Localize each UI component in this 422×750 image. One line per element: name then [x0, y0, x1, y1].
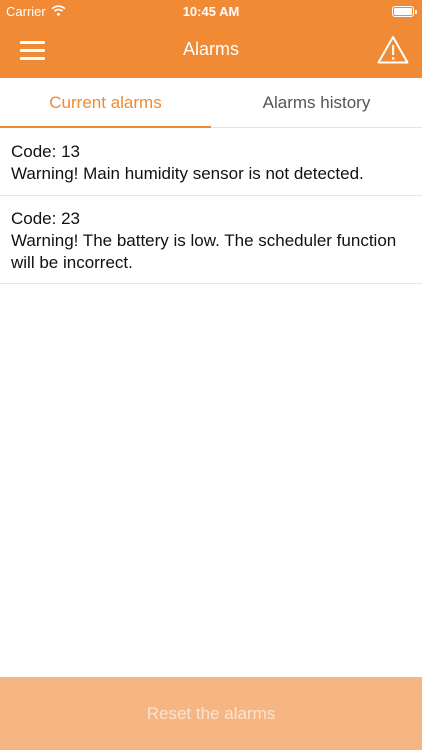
tab-current-alarms[interactable]: Current alarms — [0, 78, 211, 128]
tab-alarms-history[interactable]: Alarms history — [211, 78, 422, 128]
alarm-item[interactable]: Code: 13 Warning! Main humidity sensor i… — [0, 129, 422, 196]
alarm-list: Code: 13 Warning! Main humidity sensor i… — [0, 129, 422, 284]
alarm-code: Code: 23 — [11, 209, 80, 228]
warning-triangle-icon[interactable] — [376, 34, 410, 66]
alarm-message: Warning! Main humidity sensor is not det… — [11, 164, 364, 183]
nav-bar: Alarms — [0, 24, 422, 78]
alarm-item[interactable]: Code: 23 Warning! The battery is low. Th… — [0, 196, 422, 284]
active-tab-indicator — [0, 126, 211, 128]
alarm-message: Warning! The battery is low. The schedul… — [11, 231, 397, 272]
status-time: 10:45 AM — [182, 4, 240, 19]
header: Carrier 10:45 AM Alarms — [0, 0, 422, 78]
page-title: Alarms — [182, 39, 239, 59]
reset-alarms-button[interactable]: Reset the alarms — [0, 677, 422, 750]
alarms-screen: Carrier 10:45 AM Alarms Current alarms A… — [0, 0, 422, 750]
battery-icon — [392, 6, 417, 17]
tab-bar: Current alarms Alarms history — [0, 78, 422, 128]
alarm-code: Code: 13 — [11, 142, 80, 161]
status-bar: Carrier 10:45 AM — [0, 0, 422, 24]
battery-level — [394, 8, 412, 15]
